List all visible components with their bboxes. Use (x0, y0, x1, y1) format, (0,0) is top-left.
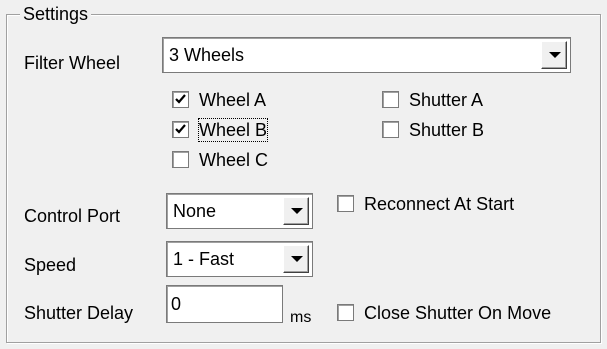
reconnect-at-start-checkbox-box[interactable] (337, 195, 354, 212)
close-shutter-on-move-checkbox-box[interactable] (337, 304, 354, 321)
speed-value: 1 - Fast (173, 249, 235, 269)
chevron-down-icon (291, 208, 303, 214)
wheel-a-checkbox-box[interactable] (172, 91, 189, 108)
control-port-label: Control Port (24, 206, 121, 226)
shutter-delay-input[interactable] (166, 285, 283, 323)
checkmark-icon (175, 124, 186, 134)
reconnect-at-start-label: Reconnect At Start (364, 194, 515, 214)
speed-dropdown-button[interactable] (283, 245, 309, 273)
shutter-b-checkbox-box[interactable] (382, 121, 399, 138)
settings-groupbox-title: Settings (20, 3, 92, 25)
wheel-a-label: Wheel A (199, 90, 267, 110)
filter-wheel-value: 3 Wheels (169, 45, 245, 65)
wheel-b-checkbox-box[interactable] (172, 121, 189, 138)
control-port-select[interactable]: None (166, 193, 313, 229)
wheel-c-label: Wheel C (199, 150, 269, 170)
filter-wheel-label: Filter Wheel (24, 53, 121, 73)
shutter-delay-unit: ms (290, 309, 312, 326)
wheel-b-label: Wheel B (197, 118, 269, 142)
chevron-down-icon (291, 256, 303, 262)
shutter-delay-label: Shutter Delay (24, 303, 134, 323)
shutter-b-label: Shutter B (409, 120, 485, 140)
filter-wheel-select[interactable]: 3 Wheels (162, 37, 571, 73)
speed-select[interactable]: 1 - Fast (166, 241, 313, 277)
close-shutter-on-move-label: Close Shutter On Move (364, 303, 552, 323)
filter-wheel-dropdown-button[interactable] (541, 41, 567, 69)
checkmark-icon (175, 94, 186, 104)
control-port-value: None (173, 201, 217, 221)
shutter-a-label: Shutter A (409, 90, 484, 110)
chevron-down-icon (549, 52, 561, 58)
wheel-c-checkbox-box[interactable] (172, 151, 189, 168)
speed-label: Speed (24, 255, 77, 275)
control-port-dropdown-button[interactable] (283, 197, 309, 225)
shutter-a-checkbox-box[interactable] (382, 91, 399, 108)
